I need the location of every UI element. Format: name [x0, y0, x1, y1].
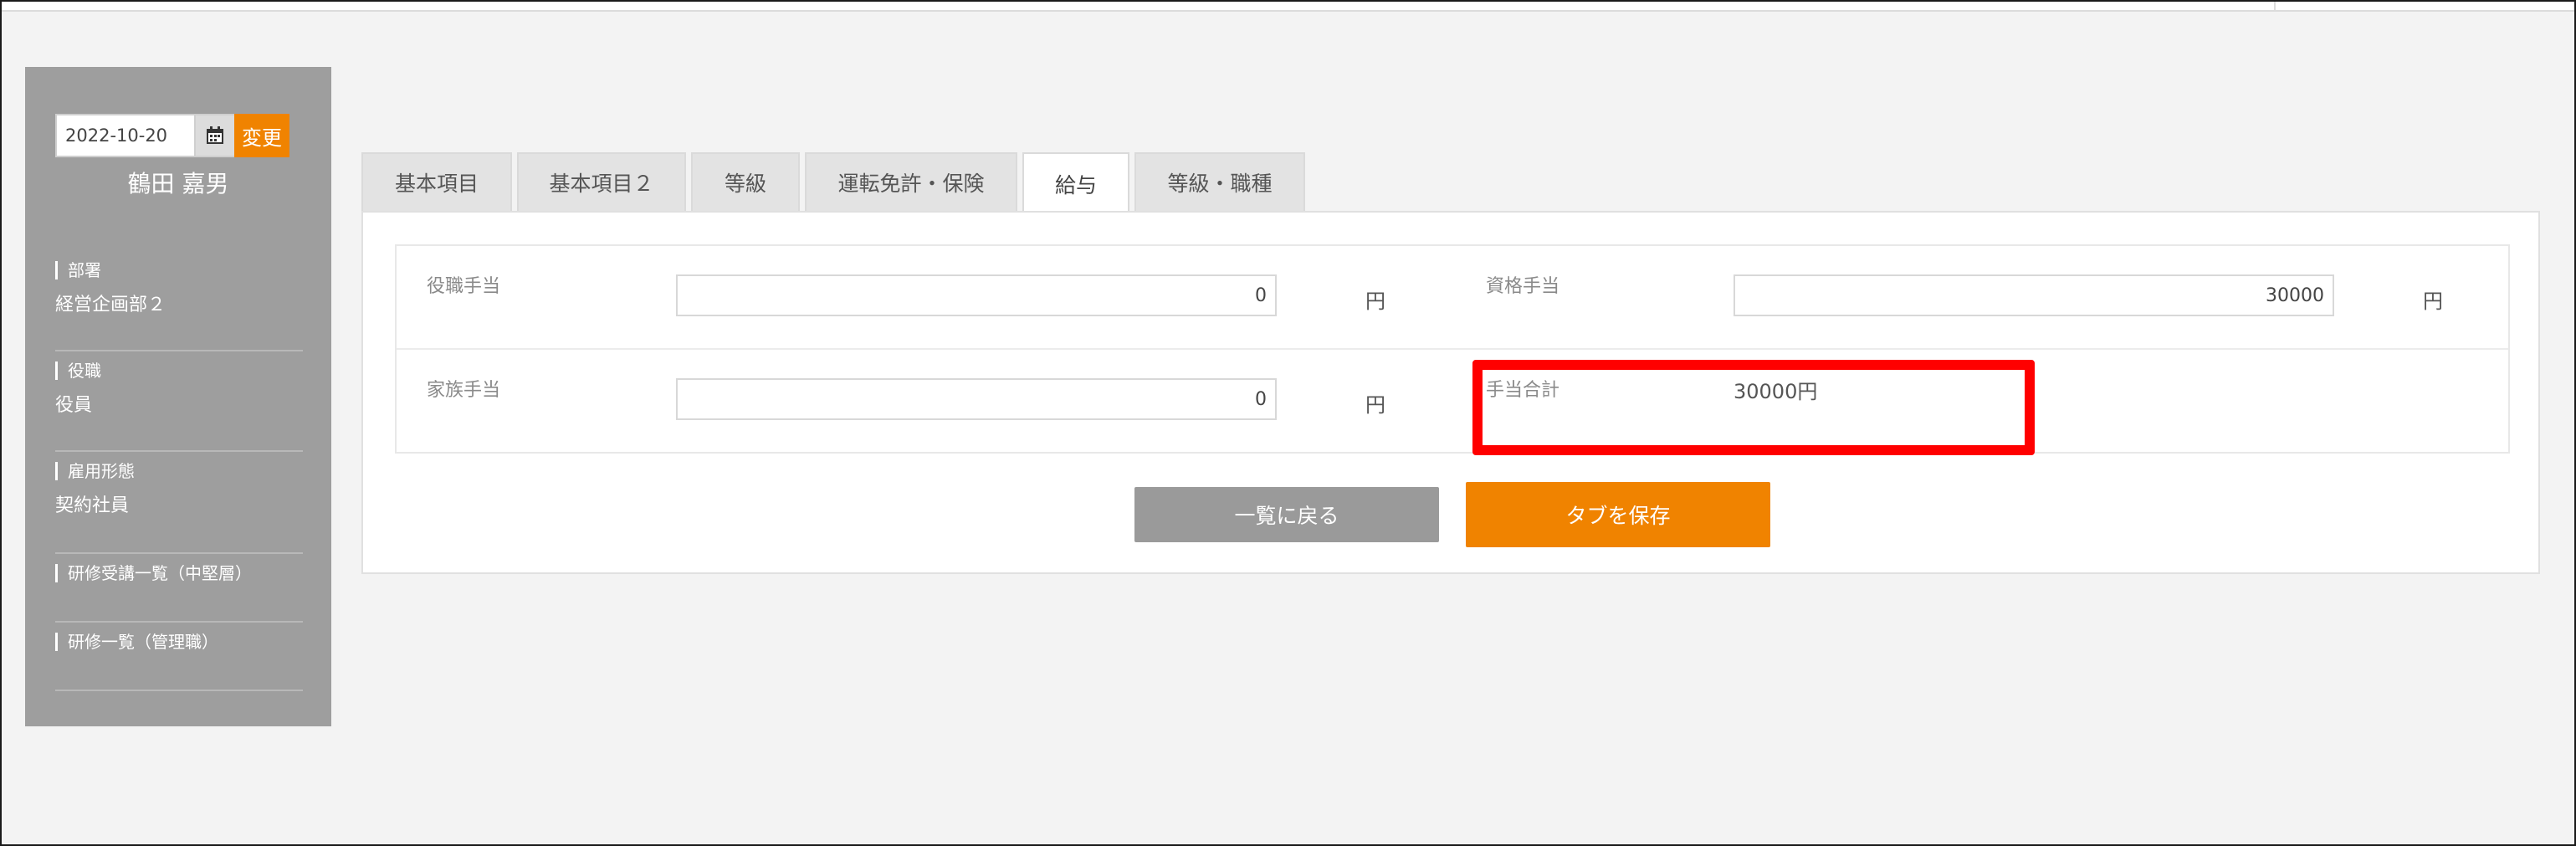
top-bar-divider	[2274, 2, 2276, 12]
position-allowance-label: 役職手当	[427, 276, 501, 297]
sidebar-item-label: 研修一覧（管理職）	[55, 633, 303, 651]
sidebar-item-employment-type: 雇用形態 契約社員	[55, 462, 303, 554]
top-bar	[2, 2, 2574, 12]
app-window: 変更 鶴田 嘉男 部署 経営企画部２ 役職 役員 雇用形態 契約社員 研修受講一…	[0, 0, 2576, 846]
qualification-allowance-unit: 円	[2423, 290, 2443, 313]
position-allowance-input[interactable]	[676, 274, 1277, 316]
sidebar-item-position: 役職 役員	[55, 361, 303, 452]
tab-grade[interactable]: 等級	[691, 152, 800, 211]
allowance-form: 役職手当 円 資格手当 円 家族手当 円 手当合計 30000円	[395, 244, 2510, 455]
calendar-button[interactable]	[196, 114, 234, 157]
family-allowance-unit: 円	[1365, 393, 1385, 417]
highlight-box	[1472, 360, 2035, 455]
qualification-allowance-input[interactable]	[1734, 274, 2334, 316]
save-tab-button[interactable]: タブを保存	[1466, 482, 1770, 547]
family-allowance-input[interactable]	[676, 378, 1277, 420]
sidebar-item-label: 役職	[55, 361, 303, 380]
sidebar-item-training-mid[interactable]: 研修受講一覧（中堅層）	[55, 564, 303, 623]
sidebar-item-value: 契約社員	[55, 495, 130, 516]
family-allowance-label: 家族手当	[427, 380, 501, 401]
tab-grade-job[interactable]: 等級・職種	[1134, 152, 1305, 211]
change-date-button[interactable]: 変更	[234, 114, 289, 157]
date-input[interactable]	[55, 114, 196, 157]
row-divider	[397, 348, 2508, 350]
sidebar-item-label: 雇用形態	[55, 462, 303, 480]
position-allowance-unit: 円	[1365, 290, 1385, 313]
tab-bar: 基本項目 基本項目２ 等級 運転免許・保険 給与 等級・職種	[361, 152, 1310, 214]
salary-panel: 役職手当 円 資格手当 円 家族手当 円 手当合計 30000円 一覧に戻る タ…	[361, 211, 2540, 574]
sidebar-item-training-manager[interactable]: 研修一覧（管理職）	[55, 633, 303, 691]
sidebar-item-value: 経営企画部２	[55, 295, 166, 315]
back-to-list-button[interactable]: 一覧に戻る	[1134, 487, 1439, 542]
calendar-icon	[207, 126, 223, 144]
tab-basic-2[interactable]: 基本項目２	[517, 152, 686, 211]
tab-salary[interactable]: 給与	[1022, 152, 1129, 214]
tab-license-insurance[interactable]: 運転免許・保険	[805, 152, 1017, 211]
sidebar-item-label: 研修受講一覧（中堅層）	[55, 564, 303, 582]
sidebar-item-label: 部署	[55, 261, 303, 279]
user-name: 鶴田 嘉男	[127, 170, 229, 197]
tab-basic[interactable]: 基本項目	[361, 152, 512, 211]
qualification-allowance-label: 資格手当	[1486, 276, 1560, 297]
sidebar-item-department: 部署 経営企画部２	[55, 261, 303, 351]
sidebar-item-value: 役員	[55, 395, 93, 416]
sidebar: 変更 鶴田 嘉男 部署 経営企画部２ 役職 役員 雇用形態 契約社員 研修受講一…	[25, 67, 331, 726]
date-selector: 変更	[55, 114, 289, 157]
